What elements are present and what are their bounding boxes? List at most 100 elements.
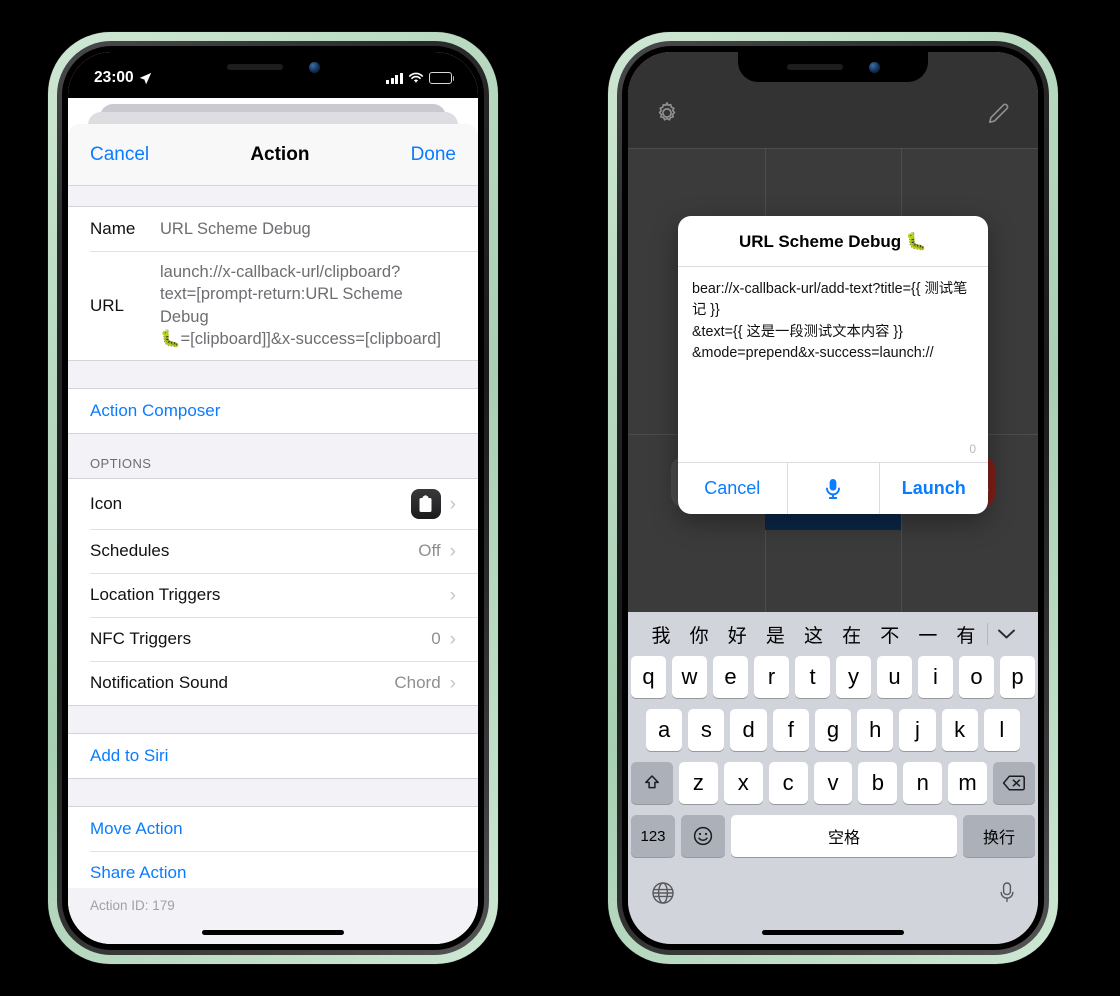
- key-d[interactable]: d: [730, 709, 767, 751]
- backspace-icon[interactable]: [993, 762, 1036, 804]
- key-v[interactable]: v: [813, 762, 853, 804]
- row-add-to-siri[interactable]: Add to Siri: [68, 734, 478, 779]
- keyboard-row-4: 123 空格 换行: [628, 815, 1038, 857]
- siri-group: Add to Siri: [68, 733, 478, 780]
- row-icon[interactable]: Icon ›: [68, 479, 478, 530]
- emoji-icon[interactable]: [681, 815, 725, 857]
- phone-right: Pay: [608, 32, 1058, 964]
- phone-right-screen: Pay: [628, 52, 1038, 944]
- key-j[interactable]: j: [899, 709, 936, 751]
- clipboard-icon[interactable]: [410, 489, 441, 520]
- chevron-down-icon[interactable]: [990, 628, 1024, 640]
- candidate-divider: [986, 623, 988, 645]
- url-scheme-alert: URL Scheme Debug 🐛 bear://x-callback-url…: [678, 216, 988, 514]
- speaker-grille: [226, 64, 283, 70]
- emoji-glyph-icon: [693, 826, 713, 846]
- alert-title: URL Scheme Debug 🐛: [738, 232, 928, 251]
- sheet-body: Name URL Scheme Debug URL launch://x-cal…: [68, 186, 478, 888]
- location-triggers-label: Location Triggers: [90, 585, 221, 605]
- chevron-right-icon: ›: [449, 584, 456, 606]
- candidate-word[interactable]: 是: [756, 621, 794, 648]
- action-composer-row[interactable]: Action Composer: [68, 389, 478, 434]
- key-t[interactable]: t: [795, 656, 830, 698]
- spacer-2: [68, 706, 478, 734]
- candidate-word[interactable]: 我: [642, 621, 680, 648]
- row-share-action[interactable]: Share Action: [68, 851, 478, 888]
- space-key[interactable]: 空格: [731, 815, 957, 857]
- alert-dictation-button[interactable]: [786, 463, 879, 514]
- row-notification-sound[interactable]: Notification Sound Chord ›: [68, 661, 478, 706]
- shift-icon[interactable]: [631, 762, 673, 804]
- cancel-button[interactable]: Cancel: [90, 144, 149, 166]
- action-composer-link[interactable]: Action Composer: [90, 401, 220, 421]
- done-button[interactable]: Done: [411, 144, 456, 166]
- phone-left-screen: 23:00 Cancel Action Done Name URL Scheme…: [68, 52, 478, 944]
- candidate-word[interactable]: 在: [833, 621, 871, 648]
- row-nfc-triggers[interactable]: NFC Triggers 0 ›: [68, 617, 478, 662]
- key-f[interactable]: f: [772, 709, 809, 751]
- key-l[interactable]: l: [983, 709, 1020, 751]
- action-sheet: Cancel Action Done Name URL Scheme Debug…: [68, 124, 478, 944]
- key-r[interactable]: r: [754, 656, 789, 698]
- candidate-word[interactable]: 不: [871, 621, 909, 648]
- candidate-word[interactable]: 这: [794, 621, 832, 648]
- key-z[interactable]: z: [679, 762, 718, 804]
- globe-icon[interactable]: [650, 880, 676, 906]
- notification-sound-label: Notification Sound: [90, 673, 228, 693]
- grid-divider: [628, 148, 1038, 149]
- candidate-word[interactable]: 你: [680, 621, 718, 648]
- key-q[interactable]: q: [631, 656, 666, 698]
- url-value[interactable]: launch://x-callback-url/clipboard? text=…: [160, 261, 456, 350]
- key-u[interactable]: u: [877, 656, 912, 698]
- key-b[interactable]: b: [858, 762, 898, 804]
- key-w[interactable]: w: [672, 656, 707, 698]
- key-g[interactable]: g: [814, 709, 852, 751]
- return-key[interactable]: 换行: [963, 815, 1035, 857]
- key-n[interactable]: n: [903, 762, 943, 804]
- key-y[interactable]: y: [836, 656, 871, 698]
- gear-icon[interactable]: [654, 100, 680, 126]
- home-indicator[interactable]: [202, 930, 344, 935]
- alert-launch-button[interactable]: Launch: [878, 463, 989, 514]
- row-name[interactable]: Name URL Scheme Debug: [68, 207, 478, 251]
- microphone-icon: [826, 478, 840, 499]
- alert-text-input[interactable]: bear://x-callback-url/add-text?title={{ …: [678, 266, 988, 462]
- page-title: Action: [250, 143, 310, 165]
- key-m[interactable]: m: [948, 762, 988, 804]
- key-a[interactable]: a: [646, 709, 683, 751]
- share-action-link[interactable]: Share Action: [90, 863, 186, 883]
- key-c[interactable]: c: [768, 762, 808, 804]
- chevron-right-icon: ›: [449, 672, 456, 694]
- key-h[interactable]: h: [857, 709, 894, 751]
- home-indicator[interactable]: [762, 930, 904, 935]
- phone-left: 23:00 Cancel Action Done Name URL Scheme…: [48, 32, 498, 964]
- key-e[interactable]: e: [713, 656, 748, 698]
- front-camera: [868, 61, 880, 73]
- key-s[interactable]: s: [688, 709, 725, 751]
- candidate-word[interactable]: 有: [947, 621, 985, 648]
- alert-cancel-button[interactable]: Cancel: [678, 463, 787, 514]
- row-move-action[interactable]: Move Action: [68, 807, 478, 852]
- character-counter: 0: [969, 442, 976, 456]
- key-i[interactable]: i: [918, 656, 953, 698]
- move-action-link[interactable]: Move Action: [90, 819, 183, 839]
- key-o[interactable]: o: [959, 656, 994, 698]
- dictation-microphone-icon[interactable]: [998, 880, 1016, 906]
- row-location-triggers[interactable]: Location Triggers ›: [68, 573, 478, 618]
- spacer-top: [68, 186, 478, 206]
- name-value[interactable]: URL Scheme Debug: [160, 218, 456, 240]
- candidate-word[interactable]: 一: [909, 621, 947, 648]
- schedules-label: Schedules: [90, 541, 170, 561]
- move-share-group: Move Action Share Action: [68, 806, 478, 888]
- action-id-footer: Action ID: 179: [68, 888, 478, 944]
- key-x[interactable]: x: [723, 762, 763, 804]
- add-to-siri-link[interactable]: Add to Siri: [90, 746, 168, 766]
- row-url[interactable]: URL launch://x-callback-url/clipboard? t…: [68, 251, 478, 361]
- pencil-icon[interactable]: [986, 100, 1012, 126]
- name-label: Name: [90, 219, 136, 238]
- key-p[interactable]: p: [1000, 656, 1035, 698]
- numbers-key[interactable]: 123: [631, 815, 675, 857]
- key-k[interactable]: k: [941, 709, 978, 751]
- candidate-word[interactable]: 好: [718, 621, 756, 648]
- row-schedules[interactable]: Schedules Off ›: [68, 529, 478, 574]
